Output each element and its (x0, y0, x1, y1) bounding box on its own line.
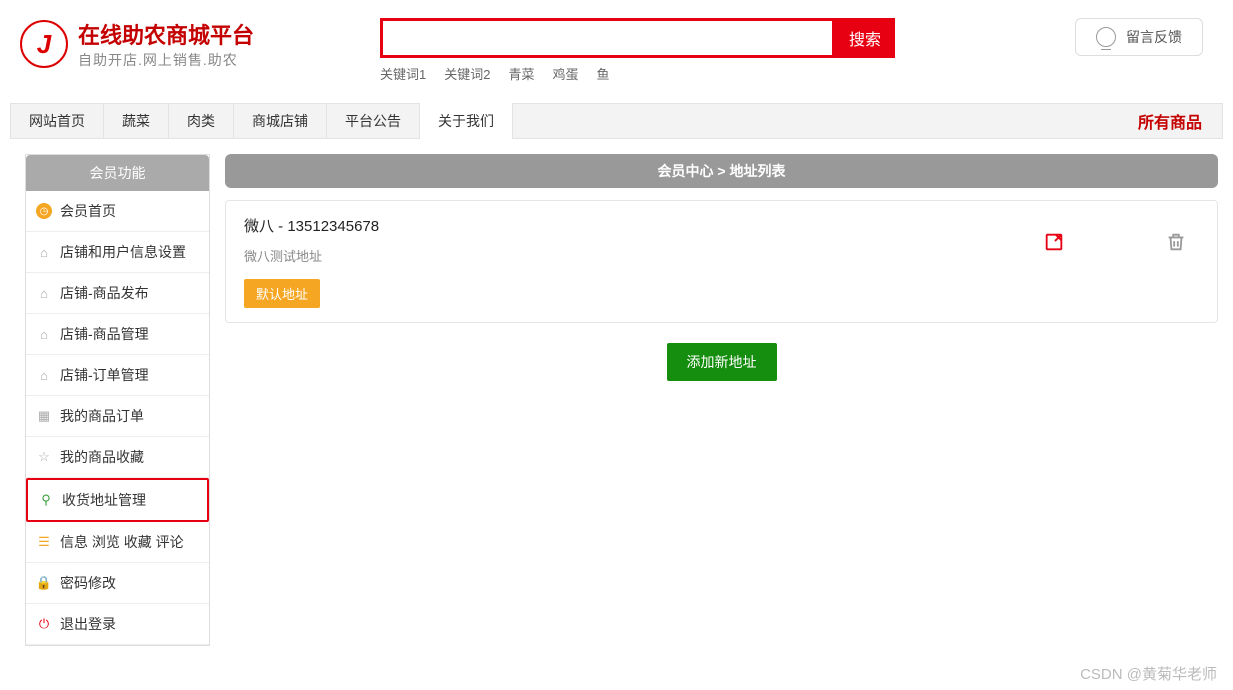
edit-icon[interactable] (1043, 231, 1065, 256)
nav-home[interactable]: 网站首页 (11, 103, 104, 139)
default-address-badge: 默认地址 (244, 279, 320, 308)
pin-icon: ⚲ (38, 492, 54, 508)
search-input[interactable] (380, 18, 835, 58)
search-button[interactable]: 搜索 (835, 18, 895, 58)
search-row: 搜索 (380, 18, 1033, 58)
sidebar-item-label: 密码修改 (60, 573, 116, 593)
main-content: 会员中心 > 地址列表 微八 - 13512345678 微八测试地址 默认地址… (225, 154, 1218, 646)
content-layout: 会员功能 ◷ 会员首页 ⌂ 店铺和用户信息设置 ⌂ 店铺-商品发布 ⌂ 店铺-商… (25, 154, 1218, 646)
sidebar-item-goods-manage[interactable]: ⌂ 店铺-商品管理 (26, 314, 209, 355)
sidebar-item-label: 信息 浏览 收藏 评论 (60, 532, 184, 552)
sidebar-item-order-manage[interactable]: ⌂ 店铺-订单管理 (26, 355, 209, 396)
grid-icon: ▦ (36, 408, 52, 424)
sidebar-item-label: 收货地址管理 (62, 490, 146, 510)
keyword-link[interactable]: 青菜 (508, 64, 534, 83)
logo-icon: J (20, 20, 68, 68)
sidebar-item-my-orders[interactable]: ▦ 我的商品订单 (26, 396, 209, 437)
feedback-button[interactable]: 留言反馈 (1075, 18, 1203, 56)
site-subtitle: 自助开店.网上销售.助农 (78, 50, 254, 70)
star-icon: ☆ (36, 449, 52, 465)
power-icon: ⏻ (36, 616, 52, 632)
sidebar-item-label: 店铺-商品发布 (60, 283, 149, 303)
sidebar-item-label: 会员首页 (60, 201, 116, 221)
watermark: CSDN @黄菊华老师 (1080, 663, 1217, 684)
lock-icon: 🔒 (36, 575, 52, 591)
search-keywords: 关键词1 关键词2 青菜 鸡蛋 鱼 (380, 64, 1033, 83)
feedback-area: 留言反馈 (1033, 18, 1213, 56)
list-icon: ☰ (36, 534, 52, 550)
home-icon: ⌂ (36, 285, 52, 301)
main-nav: 网站首页 蔬菜 肉类 商城店铺 平台公告 关于我们 所有商品 (10, 103, 1223, 139)
home-icon: ⌂ (36, 326, 52, 342)
nav-shop[interactable]: 商城店铺 (234, 103, 327, 139)
sidebar-item-label: 店铺-商品管理 (60, 324, 149, 344)
home-icon: ⌂ (36, 244, 52, 260)
feedback-label: 留言反馈 (1126, 27, 1182, 47)
nav-all-goods[interactable]: 所有商品 (1118, 109, 1222, 133)
keyword-link[interactable]: 关键词1 (380, 64, 426, 83)
logo-text: 在线助农商城平台 自助开店.网上销售.助农 (78, 18, 254, 70)
sidebar-item-favorites[interactable]: ☆ 我的商品收藏 (26, 437, 209, 478)
sidebar-item-label: 我的商品订单 (60, 406, 144, 426)
sidebar-item-label: 店铺和用户信息设置 (60, 242, 186, 262)
add-address-button[interactable]: 添加新地址 (667, 343, 777, 381)
sidebar-item-label: 店铺-订单管理 (60, 365, 149, 385)
sidebar: 会员功能 ◷ 会员首页 ⌂ 店铺和用户信息设置 ⌂ 店铺-商品发布 ⌂ 店铺-商… (25, 154, 210, 646)
breadcrumb: 会员中心 > 地址列表 (225, 154, 1218, 188)
nav-about[interactable]: 关于我们 (420, 103, 513, 139)
add-button-wrap: 添加新地址 (225, 343, 1218, 381)
site-title: 在线助农商城平台 (78, 18, 254, 50)
delete-icon[interactable] (1165, 231, 1187, 256)
nav-notice[interactable]: 平台公告 (327, 103, 420, 139)
sidebar-item-label: 我的商品收藏 (60, 447, 144, 467)
sidebar-title: 会员功能 (26, 155, 209, 191)
sidebar-item-home[interactable]: ◷ 会员首页 (26, 191, 209, 232)
sidebar-item-info[interactable]: ☰ 信息 浏览 收藏 评论 (26, 522, 209, 563)
home-icon: ⌂ (36, 367, 52, 383)
sidebar-item-publish[interactable]: ⌂ 店铺-商品发布 (26, 273, 209, 314)
sidebar-item-password[interactable]: 🔒 密码修改 (26, 563, 209, 604)
nav-meat[interactable]: 肉类 (169, 103, 234, 139)
address-actions (1043, 231, 1187, 256)
address-card: 微八 - 13512345678 微八测试地址 默认地址 (225, 200, 1218, 323)
clock-icon: ◷ (36, 203, 52, 219)
search-area: 搜索 关键词1 关键词2 青菜 鸡蛋 鱼 (380, 18, 1033, 83)
headset-icon (1096, 27, 1116, 47)
keyword-link[interactable]: 鸡蛋 (552, 64, 578, 83)
sidebar-item-shop-settings[interactable]: ⌂ 店铺和用户信息设置 (26, 232, 209, 273)
header: J 在线助农商城平台 自助开店.网上销售.助农 搜索 关键词1 关键词2 青菜 … (0, 0, 1233, 83)
keyword-link[interactable]: 关键词2 (444, 64, 490, 83)
sidebar-item-label: 退出登录 (60, 614, 116, 634)
sidebar-item-logout[interactable]: ⏻ 退出登录 (26, 604, 209, 645)
sidebar-item-address[interactable]: ⚲ 收货地址管理 (26, 478, 209, 522)
keyword-link[interactable]: 鱼 (597, 64, 610, 83)
nav-veg[interactable]: 蔬菜 (104, 103, 169, 139)
logo-area: J 在线助农商城平台 自助开店.网上销售.助农 (20, 18, 380, 70)
